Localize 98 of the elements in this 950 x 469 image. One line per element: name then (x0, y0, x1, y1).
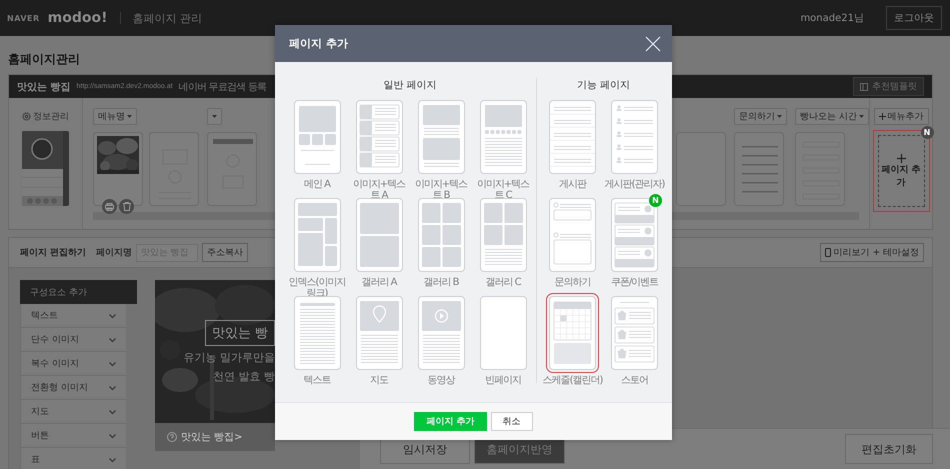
template-label: 스케줄(캘린더) (542, 375, 602, 386)
template-label: 지도 (369, 375, 390, 386)
template-card[interactable] (356, 198, 402, 272)
menu-name-dropdown[interactable]: 메뉴명 (93, 108, 137, 125)
menu-name-dropdown[interactable] (207, 108, 222, 125)
section-title: 홈페이지 관리 (132, 10, 202, 26)
template-card[interactable] (418, 198, 464, 272)
section-title: 페이지 편집하기 (20, 247, 86, 259)
template-icon (860, 82, 868, 90)
logo[interactable]: modoo! (48, 10, 108, 26)
register-link[interactable]: 네이버 무료검색 등록 (178, 80, 266, 94)
template-card[interactable] (294, 100, 340, 174)
template-label: 갤러리 B (422, 277, 460, 288)
sidebar-item[interactable]: 단수 이미지 (20, 328, 126, 352)
template-card[interactable] (480, 198, 526, 272)
dialog-title: 페이지 추가 (289, 36, 348, 51)
plus-icon (896, 154, 906, 162)
chevron-down-icon (109, 338, 116, 342)
section-heading: 일반 페이지 (383, 79, 437, 92)
template-label: 게시판 (558, 179, 588, 190)
sidebar-header: 구성요소 추가 (20, 280, 137, 304)
caret-icon (212, 115, 217, 118)
caret-icon (127, 115, 132, 118)
gear-icon (22, 112, 31, 121)
phone-icon (824, 248, 831, 257)
template-card[interactable] (480, 296, 526, 370)
template-card[interactable] (356, 100, 402, 174)
new-badge: N (920, 126, 934, 139)
close-icon (645, 36, 661, 52)
caret-icon (777, 115, 782, 118)
chevron-down-icon (109, 458, 116, 462)
template-label: 문의하기 (554, 277, 592, 288)
close-button[interactable] (644, 34, 662, 52)
page-thumbnail[interactable] (207, 132, 257, 206)
reset-button[interactable]: 편집초기화 (845, 434, 933, 464)
trash-icon (122, 202, 130, 211)
template-card[interactable] (480, 100, 526, 174)
field-label: 페이지명 (96, 247, 132, 259)
template-label: 동영상 (426, 375, 456, 386)
sidebar-item[interactable]: 전환형 이미지 (20, 376, 126, 400)
preview-caption: 맛있는 빵집> (181, 431, 243, 444)
template-button[interactable]: 추천템플릿 (853, 77, 924, 96)
template-label: 이미지+텍스트 B (414, 179, 468, 201)
sidebar-item[interactable]: 버튼 (20, 424, 126, 448)
template-label: 갤러리 C (484, 277, 522, 288)
template-card[interactable] (356, 296, 402, 370)
chevron-down-icon (109, 410, 116, 414)
chevron-down-icon (109, 314, 116, 318)
plus-icon (878, 113, 886, 120)
template-card[interactable] (294, 296, 340, 370)
user-link[interactable]: monade21님 (800, 11, 864, 25)
template-label: 게시판(관리자) (604, 179, 664, 190)
caret-icon (859, 115, 864, 118)
template-label: 메인 A (302, 179, 332, 190)
preview-headline: 맛있는 빵 (204, 320, 275, 346)
chevron-down-icon (109, 386, 116, 390)
template-card[interactable] (611, 296, 658, 370)
template-card[interactable] (549, 296, 596, 370)
chevron-down-icon (109, 362, 116, 366)
brand-text: NAVER (7, 14, 40, 22)
template-label: 이미지+텍스트 C (476, 179, 530, 201)
help-icon (167, 432, 177, 442)
printer-icon (105, 202, 114, 210)
page-thumbnail[interactable] (93, 132, 143, 206)
add-page-label: 페이지 추가 (880, 164, 922, 188)
template-label: 텍스트 (302, 375, 332, 386)
cancel-button[interactable]: 취소 (490, 412, 533, 431)
template-label: 갤러리 A (360, 277, 398, 288)
section-heading: 기능 페이지 (576, 79, 630, 92)
copy-address-button[interactable]: 주소복사 (202, 243, 248, 262)
logout-button[interactable]: 로그아웃 (886, 6, 942, 30)
template-card[interactable] (418, 296, 464, 370)
template-card[interactable] (549, 100, 596, 174)
template-card[interactable] (418, 100, 464, 174)
sidebar-item[interactable]: 텍스트 (20, 304, 126, 328)
new-badge: N (649, 194, 662, 207)
template-card[interactable] (294, 198, 340, 272)
template-label: 쿠폰/이벤트 (610, 277, 660, 288)
add-page-button[interactable]: 페이지 추가 (414, 412, 487, 431)
chevron-down-icon (109, 434, 116, 438)
preview-text: 천연 발효 빵 (213, 369, 275, 384)
preview-text: 유기농 밀가루만을 (184, 350, 275, 365)
sidebar-item[interactable]: 지도 (20, 400, 126, 424)
sidebar-item[interactable]: 표 (20, 448, 126, 469)
template-label: 스토어 (620, 375, 649, 386)
preview-button[interactable]: 미리보기 + 테마설정 (820, 243, 924, 262)
template-card[interactable] (549, 198, 596, 272)
template-label: 빈페이지 (484, 375, 522, 386)
page-thumbnail[interactable] (734, 132, 784, 206)
template-card[interactable] (611, 100, 658, 174)
sidebar-item[interactable]: 복수 이미지 (20, 352, 126, 376)
site-name: 맛있는 빵집 (17, 80, 70, 94)
menu-name-dropdown[interactable]: 문의하기 (734, 108, 788, 125)
page-title: 홈페이지관리 (8, 50, 80, 68)
menu-name-dropdown[interactable]: 빵나오는 시간 (795, 108, 869, 125)
add-menu-button[interactable]: 메뉴추가 (874, 108, 928, 125)
template-label: 이미지+텍스트 A (352, 179, 406, 201)
info-link[interactable]: 정보관리 (22, 110, 69, 123)
